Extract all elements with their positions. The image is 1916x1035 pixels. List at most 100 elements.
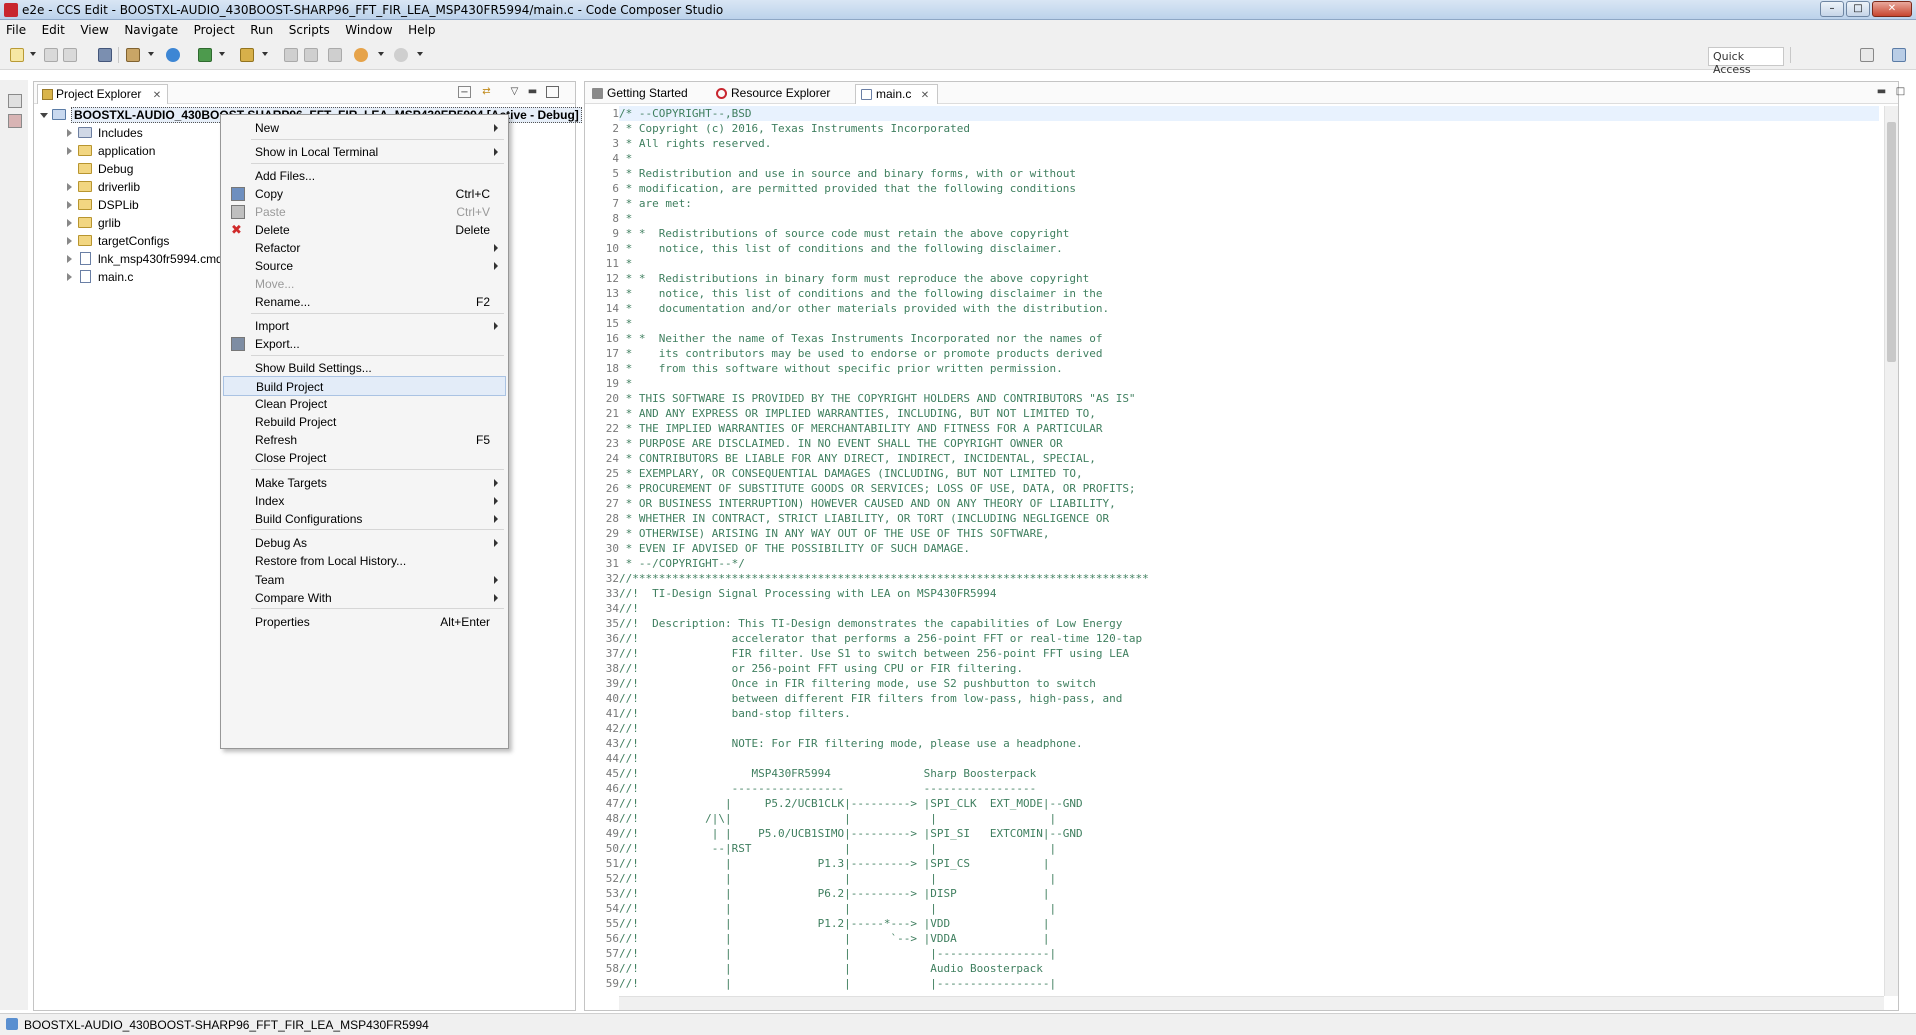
code-line[interactable]: * its contributors may be used to endors… [619,346,1879,361]
code-line[interactable]: * documentation and/or other materials p… [619,301,1879,316]
minimize-button[interactable]: – [1820,1,1844,17]
code-line[interactable]: * * Redistributions in binary form must … [619,271,1879,286]
code-line[interactable]: //! | | |-----------------| [619,976,1879,991]
menu-item-compare-with[interactable]: Compare With [223,588,506,608]
code-line[interactable]: * notice, this list of conditions and th… [619,241,1879,256]
collapsed-arrow-icon[interactable] [67,255,72,263]
ccs-edit-perspective-icon[interactable] [1892,48,1906,62]
code-line[interactable]: //! FIR filter. Use S1 to switch between… [619,646,1879,661]
close-icon[interactable]: ✕ [153,90,161,101]
menu-edit[interactable]: Edit [36,20,71,37]
view-menu-icon[interactable]: ▽ [508,86,521,98]
menu-scripts[interactable]: Scripts [283,20,336,37]
code-line[interactable]: * All rights reserved. [619,136,1879,151]
back-dropdown-icon[interactable] [378,52,384,56]
code-line[interactable]: //! Once in FIR filtering mode, use S2 p… [619,676,1879,691]
menu-item-clean-project[interactable]: Clean Project [223,394,506,414]
code-line[interactable]: //! accelerator that performs a 256-poin… [619,631,1879,646]
menu-item-show-in-local-terminal[interactable]: Show in Local Terminal [223,142,506,162]
back-arrow-icon[interactable] [354,48,368,62]
menu-item-new[interactable]: New [223,118,506,138]
code-line[interactable]: //! --|RST | | | [619,841,1879,856]
code-line[interactable]: //! Description: This TI-Design demonstr… [619,616,1879,631]
menu-item-debug-as[interactable]: Debug As [223,533,506,553]
collapsed-arrow-icon[interactable] [67,183,72,191]
code-line[interactable]: //! MSP430FR5994 Sharp Boosterpack [619,766,1879,781]
terminal-icon[interactable] [98,48,112,62]
code-text[interactable]: /* --COPYRIGHT--,BSD * Copyright (c) 201… [619,106,1879,991]
menu-item-make-targets[interactable]: Make Targets [223,473,506,493]
save-all-icon[interactable] [63,48,77,62]
horizontal-scrollbar[interactable] [619,996,1884,1010]
code-line[interactable]: * are met: [619,196,1879,211]
menu-item-rename[interactable]: Rename... F2 [223,292,506,312]
menu-item-team[interactable]: Team [223,570,506,590]
code-line[interactable]: //! NOTE: For FIR filtering mode, please… [619,736,1879,751]
collapsed-arrow-icon[interactable] [67,273,72,281]
tab-project-explorer[interactable]: Project Explorer ✕ [37,84,169,104]
link-with-editor-icon[interactable]: ⇄ [480,86,493,98]
menu-item-refactor[interactable]: Refactor [223,238,506,258]
minimized-view-icon[interactable] [8,114,22,128]
code-line[interactable]: //! [619,751,1879,766]
menu-run[interactable]: Run [244,20,279,37]
code-line[interactable]: //! [619,601,1879,616]
forward-arrow-icon[interactable] [394,48,408,62]
new-icon[interactable] [10,48,24,62]
code-line[interactable]: * [619,256,1879,271]
code-line[interactable]: * Copyright (c) 2016, Texas Instruments … [619,121,1879,136]
code-line[interactable]: * from this software without specific pr… [619,361,1879,376]
previous-annotation-icon[interactable] [304,48,318,62]
code-line[interactable]: //! | P1.3|---------> |SPI_CS | [619,856,1879,871]
build-hammer-icon[interactable] [126,48,140,62]
build-dropdown-icon[interactable] [148,52,154,56]
code-line[interactable]: * WHETHER IN CONTRACT, STRICT LIABILITY,… [619,511,1879,526]
minimize-view-icon[interactable]: ▬ [1875,86,1888,98]
open-perspective-icon[interactable] [1860,48,1874,62]
menu-item-show-build-settings[interactable]: Show Build Settings... [223,358,506,378]
code-line[interactable]: //! | | `--> |VDDA | [619,931,1879,946]
menu-item-delete[interactable]: ✖ Delete Delete [223,220,506,240]
minimize-view-icon[interactable]: ▬ [526,86,539,98]
code-line[interactable]: //! | | | | [619,871,1879,886]
code-line[interactable]: * * Neither the name of Texas Instrument… [619,331,1879,346]
next-annotation-icon[interactable] [284,48,298,62]
menu-item-rebuild-project[interactable]: Rebuild Project [223,412,506,432]
menu-item-build-configurations[interactable]: Build Configurations [223,509,506,529]
maximize-view-icon[interactable]: □ [1894,86,1907,98]
code-line[interactable]: * PURPOSE ARE DISCLAIMED. IN NO EVENT SH… [619,436,1879,451]
code-line[interactable]: //! [619,721,1879,736]
menu-navigate[interactable]: Navigate [118,20,184,37]
code-line[interactable]: * THIS SOFTWARE IS PROVIDED BY THE COPYR… [619,391,1879,406]
code-line[interactable]: //! TI-Design Signal Processing with LEA… [619,586,1879,601]
code-line[interactable]: * notice, this list of conditions and th… [619,286,1879,301]
flash-icon[interactable] [240,48,254,62]
menu-item-paste[interactable]: Paste Ctrl+V [223,202,506,222]
code-area[interactable]: 1 2 3 4 5 6 7 8 9 10 11 12 13 14 15 16 17 18 19 20 21 22 23 24 2… [585,106,1885,996]
code-line[interactable]: //! | P6.2|---------> |DISP | [619,886,1879,901]
menu-window[interactable]: Window [339,20,398,37]
code-line[interactable]: //! | P1.2|-----*---> |VDD | [619,916,1879,931]
close-button[interactable]: ✕ [1872,1,1912,17]
save-icon[interactable] [44,48,58,62]
code-line[interactable]: * [619,151,1879,166]
restore-view-icon[interactable] [8,94,22,108]
flash-dropdown-icon[interactable] [262,52,268,56]
code-line[interactable]: //! | P5.2/UCB1CLK|---------> |SPI_CLK E… [619,796,1879,811]
debug-dropdown-icon[interactable] [219,52,225,56]
code-line[interactable]: * modification, are permitted provided t… [619,181,1879,196]
code-line[interactable]: //! between different FIR filters from l… [619,691,1879,706]
code-line[interactable]: //! ----------------- ----------------- [619,781,1879,796]
menu-item-build-project[interactable]: Build Project [223,376,506,396]
menu-project[interactable]: Project [188,20,241,37]
menu-item-add-files[interactable]: Add Files... [223,166,506,186]
code-line[interactable]: * Redistribution and use in source and b… [619,166,1879,181]
new-dropdown-icon[interactable] [30,52,36,56]
code-line[interactable]: * [619,211,1879,226]
code-line[interactable]: * * Redistributions of source code must … [619,226,1879,241]
code-line[interactable]: * OR BUSINESS INTERRUPTION) HOWEVER CAUS… [619,496,1879,511]
close-icon[interactable]: ✕ [921,90,929,101]
menu-view[interactable]: View [74,20,114,37]
menu-file[interactable]: File [0,20,32,37]
tab-main-c[interactable]: main.c ✕ [855,84,939,104]
